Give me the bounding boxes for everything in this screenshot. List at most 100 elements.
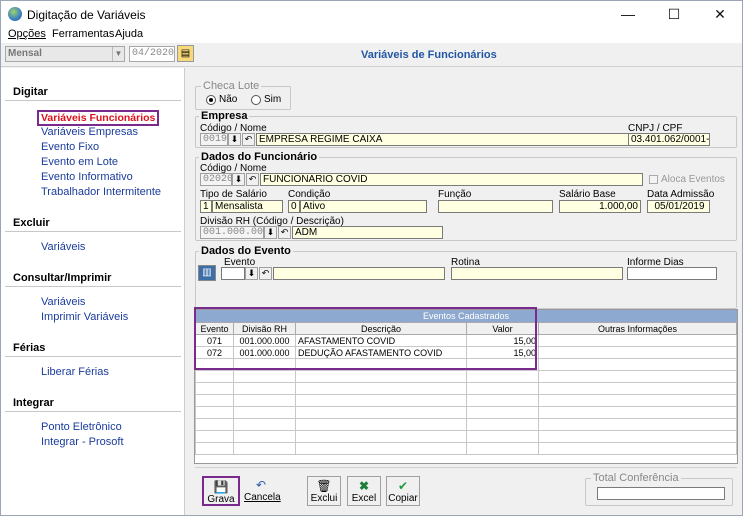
table-cell — [233, 406, 296, 419]
download-arrow-icon[interactable]: ⬇ — [245, 267, 258, 280]
period-type-select[interactable]: Mensal ▼ — [5, 46, 125, 62]
table-cell — [466, 418, 539, 431]
cancela-label: Cancela — [244, 492, 281, 503]
sidebar-item-evento-em-lote[interactable]: Evento em Lote — [41, 156, 118, 168]
sidebar-item-variaveis-funcionarios[interactable]: Variáveis Funcionários — [37, 110, 160, 126]
informe-dias-field[interactable] — [627, 267, 717, 280]
condicao-label: Condição — [288, 189, 331, 200]
empresa-codigo-field[interactable]: 0019 — [200, 133, 228, 146]
sidebar-item-ponto-eletronico[interactable]: Ponto Eletrônico — [41, 421, 122, 433]
table-cell — [195, 406, 234, 419]
grava-button[interactable]: 💾 Grava — [202, 476, 240, 506]
menu-ferramentas[interactable]: Ferramentas — [52, 28, 114, 40]
table-cell — [233, 382, 296, 395]
tipo-salario-label: Tipo de Salário — [200, 189, 267, 200]
sidebar-item-excluir-variaveis[interactable]: Variáveis — [41, 241, 85, 253]
sidebar-section-excluir: Excluir — [13, 217, 50, 229]
undo-arrow-icon[interactable]: ↶ — [259, 267, 272, 280]
book-icon[interactable]: ▥ — [198, 265, 216, 281]
aloca-eventos-label: Aloca Eventos — [661, 174, 725, 185]
sidebar-item-integrar-prosoft[interactable]: Integrar - Prosoft — [41, 436, 124, 448]
data-admissao-label: Data Admissão — [647, 189, 715, 200]
table-cell — [195, 382, 234, 395]
empty-table-row[interactable] — [195, 406, 737, 419]
empresa-nome-field[interactable]: EMPRESA REGIME CAIXA — [256, 133, 643, 146]
cancela-button[interactable]: ↶ Cancela — [244, 476, 281, 506]
divider — [5, 231, 181, 232]
maximize-button[interactable]: ☐ — [651, 1, 697, 27]
table-cell — [233, 370, 296, 383]
empty-table-row[interactable] — [195, 442, 737, 455]
sidebar-item-variaveis-empresas[interactable]: Variáveis Empresas — [41, 126, 138, 138]
undo-arrow-icon[interactable]: ↶ — [278, 226, 291, 239]
sidebar-item-imprimir-variaveis[interactable]: Imprimir Variáveis — [41, 311, 128, 323]
tipo-salario-code-field[interactable]: 1 — [200, 200, 212, 213]
undo-arrow-icon[interactable]: ↶ — [246, 173, 259, 186]
copiar-label: Copiar — [388, 493, 418, 504]
sidebar-item-evento-informativo[interactable]: Evento Informativo — [41, 171, 133, 183]
sidebar-section-integrar: Integrar — [13, 397, 54, 409]
empty-table-row[interactable] — [195, 430, 737, 443]
aloca-eventos-checkbox[interactable] — [649, 175, 658, 184]
empty-table-row[interactable] — [195, 394, 737, 407]
chevron-down-icon[interactable]: ▼ — [112, 47, 124, 61]
app-globe-icon — [8, 7, 22, 21]
column-header[interactable]: Outras Informações — [538, 322, 737, 335]
table-cell — [538, 346, 737, 359]
undo-icon: ↶ — [255, 478, 267, 492]
funcionario-codigo-field[interactable]: 02020 — [200, 173, 233, 186]
divider — [5, 286, 181, 287]
evento-code-field[interactable] — [221, 267, 245, 280]
evento-nome-field[interactable] — [273, 267, 445, 280]
table-cell — [195, 394, 234, 407]
sidebar-item-evento-fixo[interactable]: Evento Fixo — [41, 141, 99, 153]
copiar-button[interactable]: ✔ Copiar — [386, 476, 420, 506]
table-cell — [538, 430, 737, 443]
sidebar: Digitar Variáveis Funcionários Variáveis… — [1, 68, 185, 515]
title-bar: Digitação de Variáveis — ☐ ✕ — [1, 1, 742, 27]
tipo-salario-field[interactable]: Mensalista — [212, 200, 283, 213]
table-cell — [466, 406, 539, 419]
checa-lote-title: Checa Lote — [201, 80, 262, 92]
divisao-codigo-field[interactable]: 001.000.000 — [200, 226, 269, 239]
grid-highlight — [194, 307, 537, 370]
download-arrow-icon[interactable]: ⬇ — [228, 133, 241, 146]
cnpj-field[interactable]: 03.401.062/0001-01 — [628, 133, 710, 146]
divisao-field[interactable]: ADM — [292, 226, 443, 239]
table-cell — [466, 370, 539, 383]
download-arrow-icon[interactable]: ⬇ — [264, 226, 277, 239]
empty-table-row[interactable] — [195, 382, 737, 395]
condicao-code-field[interactable]: 0 — [288, 200, 300, 213]
period-type-value: Mensal — [8, 48, 42, 59]
table-cell — [295, 418, 467, 431]
sidebar-item-consultar-variaveis[interactable]: Variáveis — [41, 296, 85, 308]
funcao-field[interactable] — [438, 200, 553, 213]
empty-table-row[interactable] — [195, 418, 737, 431]
rotina-field[interactable] — [451, 267, 623, 280]
exclui-button[interactable]: 🗑 Exclui — [307, 476, 341, 506]
funcao-label: Função — [438, 189, 472, 200]
salario-base-field[interactable]: 1.000,00 — [559, 200, 641, 213]
data-admissao-field[interactable]: 05/01/2019 — [647, 200, 710, 213]
download-arrow-icon[interactable]: ⬇ — [232, 173, 245, 186]
radio-nao[interactable] — [206, 95, 216, 105]
empty-table-row[interactable] — [195, 370, 737, 383]
table-cell — [295, 382, 467, 395]
table-cell — [295, 406, 467, 419]
table-cell — [295, 370, 467, 383]
radio-sim[interactable] — [251, 95, 261, 105]
sidebar-item-trabalhador-intermitente[interactable]: Trabalhador Intermitente — [41, 186, 161, 198]
table-cell — [466, 382, 539, 395]
sidebar-item-liberar-ferias[interactable]: Liberar Férias — [41, 366, 109, 378]
funcionario-nome-field[interactable]: FUNCIONARIO COVID — [260, 173, 643, 186]
close-button[interactable]: ✕ — [697, 1, 743, 27]
menu-ajuda[interactable]: Ajuda — [115, 28, 143, 40]
condicao-field[interactable]: Ativo — [300, 200, 427, 213]
menu-opcoes[interactable]: Opções — [8, 28, 46, 40]
excel-button[interactable]: ✖ Excel — [347, 476, 381, 506]
period-field[interactable]: 04/2020 — [129, 46, 175, 62]
table-cell — [466, 394, 539, 407]
open-folder-icon[interactable]: ▤ — [177, 45, 194, 62]
minimize-button[interactable]: — — [605, 1, 651, 27]
undo-arrow-icon[interactable]: ↶ — [242, 133, 255, 146]
